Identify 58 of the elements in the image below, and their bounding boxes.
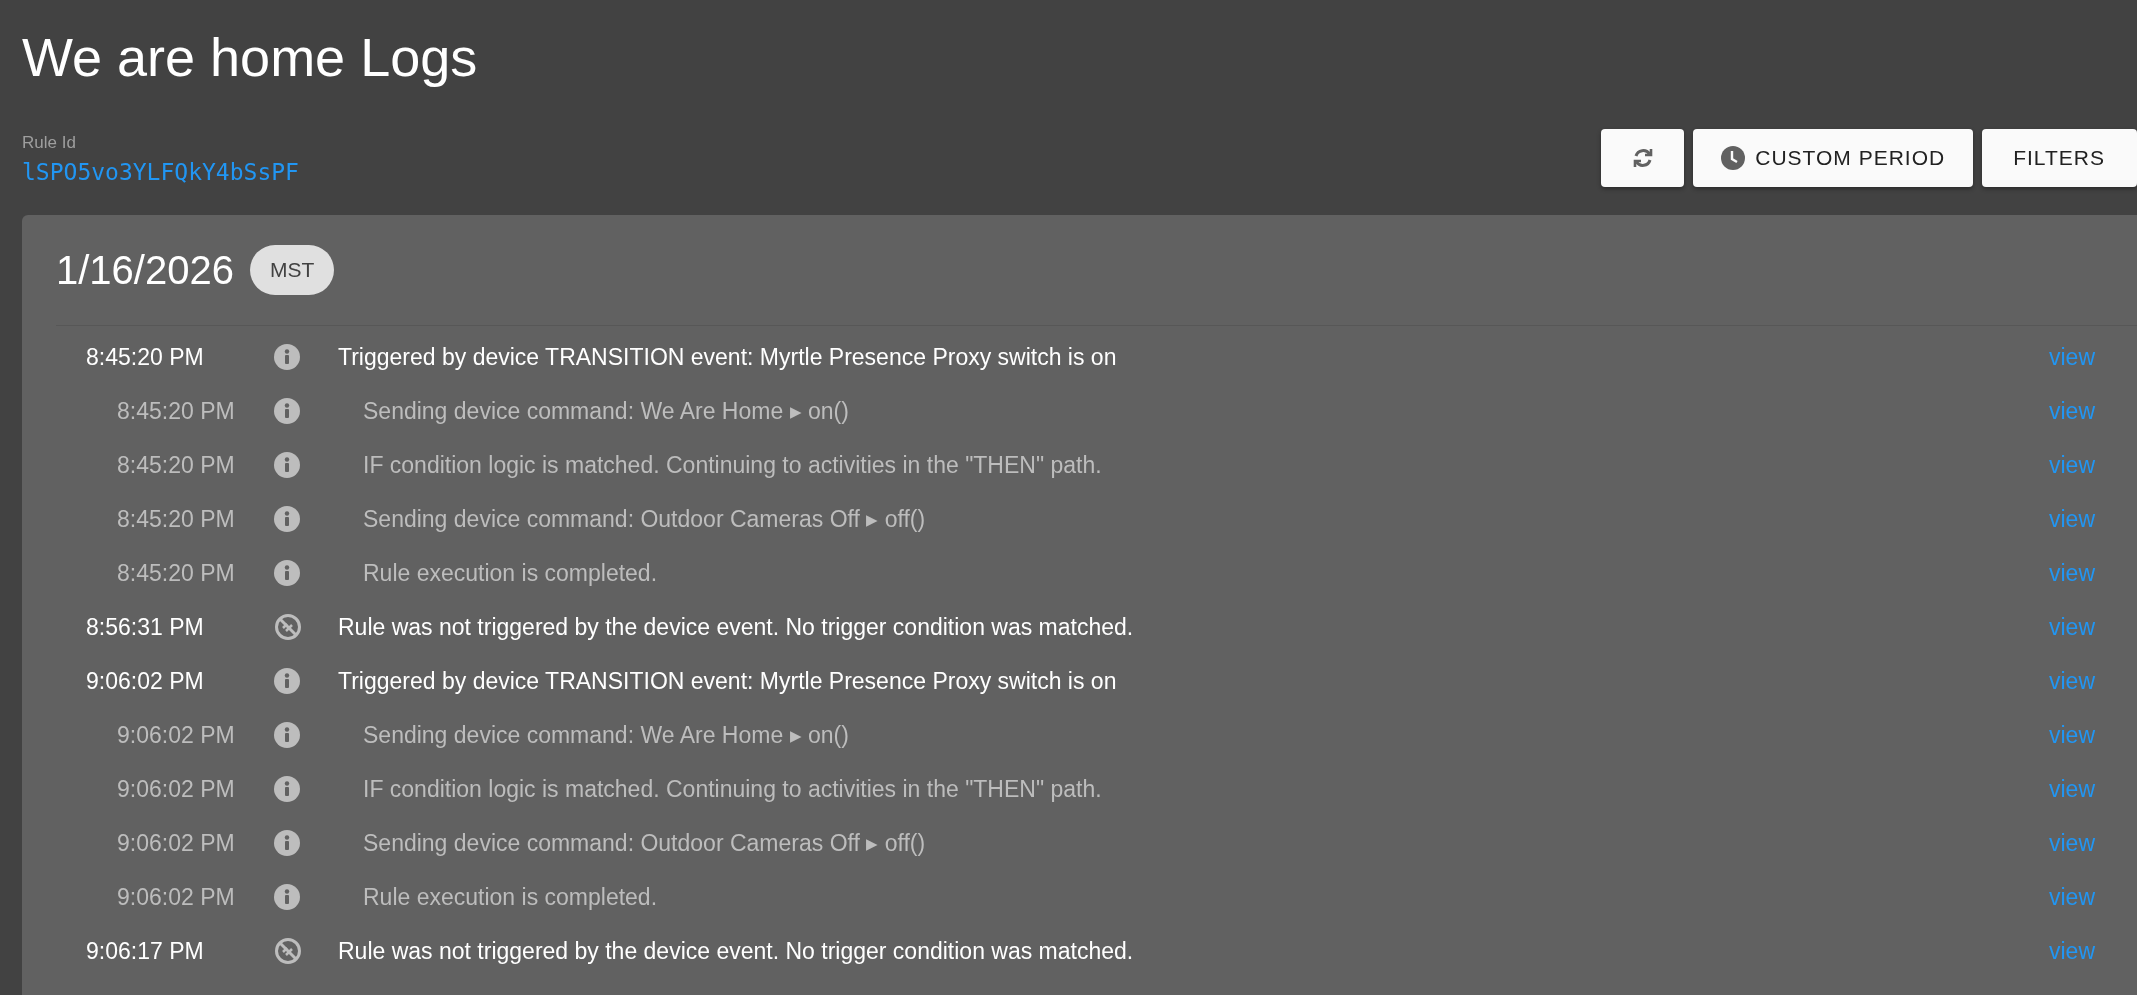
view-link[interactable]: view — [2049, 451, 2095, 479]
info-icon — [274, 668, 300, 694]
log-message: IF condition logic is matched. Continuing to activities in the "THEN" path. — [363, 451, 1103, 479]
view-link[interactable]: view — [2049, 613, 2095, 641]
info-icon — [274, 506, 300, 532]
page-title: We are home Logs — [22, 26, 479, 89]
log-time: 9:06:02 PM — [116, 829, 236, 857]
refresh-button[interactable] — [1601, 129, 1685, 187]
log-message: Rule was not triggered by the device event. No trigger condition was matched. — [338, 937, 1135, 965]
info-icon — [274, 560, 300, 586]
view-link[interactable]: view — [2049, 937, 2095, 965]
log-message: Sending device command: Outdoor Cameras Off ▸ off() — [363, 829, 927, 857]
view-link[interactable]: view — [2049, 883, 2095, 911]
log-message: IF condition logic is matched. Continuing to activities in the "THEN" path. — [363, 775, 1103, 803]
view-link[interactable]: view — [2049, 343, 2095, 371]
log-message: Sending device command: We Are Home ▸ on() — [363, 721, 850, 749]
blocked-icon — [274, 937, 302, 965]
timezone-badge: MST — [249, 245, 335, 295]
log-time: 8:45:20 PM — [85, 343, 205, 371]
custom-period-button[interactable]: CUSTOM PERIOD — [1693, 129, 1974, 187]
log-date: 1/16/2026 — [56, 247, 234, 293]
log-time: 9:06:02 PM — [116, 721, 236, 749]
log-message: Rule execution is completed. — [363, 559, 659, 587]
log-message: Sending device command: We Are Home ▸ on() — [363, 397, 850, 425]
blocked-icon — [274, 613, 302, 641]
view-link[interactable]: view — [2049, 775, 2095, 803]
info-icon — [274, 722, 300, 748]
log-time: 8:56:31 PM — [85, 613, 205, 641]
rule-id-value: lSPO5vo3YLFQkY4bSsPF — [22, 159, 299, 185]
log-time: 8:45:20 PM — [116, 397, 236, 425]
log-time: 8:45:20 PM — [116, 451, 236, 479]
view-link[interactable]: view — [2049, 721, 2095, 749]
log-message: Sending device command: Outdoor Cameras Off ▸ off() — [363, 505, 927, 533]
view-link[interactable]: view — [2049, 397, 2095, 425]
info-icon — [274, 344, 300, 370]
log-time: 9:06:02 PM — [116, 883, 236, 911]
log-message: Triggered by device TRANSITION event: Myrtle Presence Proxy switch is on — [338, 343, 1118, 371]
log-message: Rule was not triggered by the device event. No trigger condition was matched. — [338, 613, 1135, 641]
filters-button[interactable]: FILTERS — [1982, 129, 2137, 187]
clock-icon — [1721, 146, 1746, 170]
info-icon — [274, 398, 300, 424]
log-time: 8:45:20 PM — [116, 505, 236, 533]
view-link[interactable]: view — [2049, 667, 2095, 695]
log-message: Triggered by device TRANSITION event: Myrtle Presence Proxy switch is on — [338, 667, 1118, 695]
log-time: 9:06:02 PM — [85, 667, 205, 695]
info-icon — [274, 884, 300, 910]
rule-id-label: Rule Id — [22, 133, 76, 153]
log-time: 9:06:17 PM — [85, 937, 205, 965]
log-time: 8:45:20 PM — [116, 559, 236, 587]
refresh-icon — [1631, 147, 1654, 169]
info-icon — [274, 830, 300, 856]
log-message: Rule execution is completed. — [363, 883, 659, 911]
view-link[interactable]: view — [2049, 559, 2095, 587]
log-time: 9:06:02 PM — [116, 775, 236, 803]
view-link[interactable]: view — [2049, 505, 2095, 533]
info-icon — [274, 776, 300, 802]
info-icon — [274, 452, 300, 478]
view-link[interactable]: view — [2049, 829, 2095, 857]
